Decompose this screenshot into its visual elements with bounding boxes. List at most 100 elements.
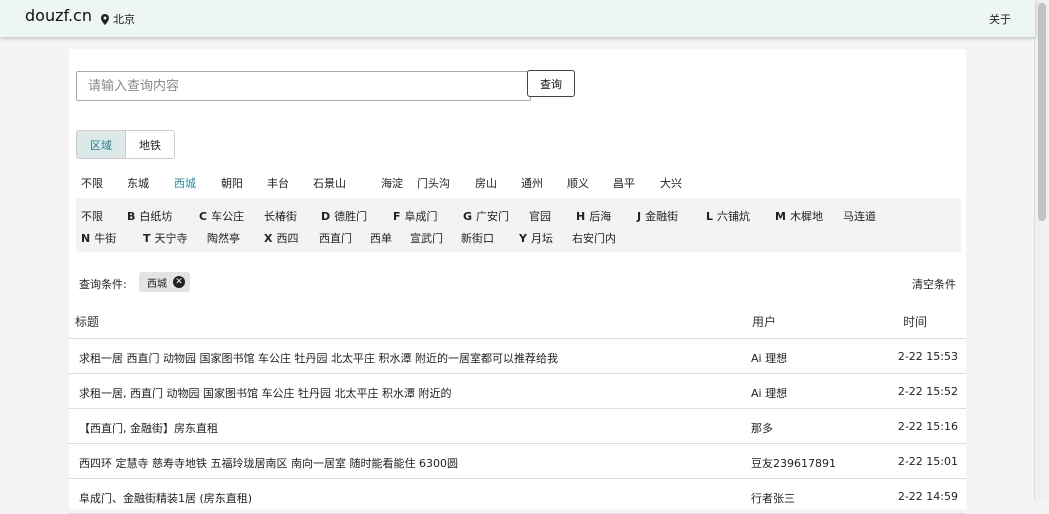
table-row[interactable]: 求租一居, 西直门 动物园 国家图书馆 车公庄 牡丹园 北太平庄 积水潭 附近的… [69,374,966,409]
post-user: Ai 理想 [751,387,788,400]
district-item[interactable]: 朝阳 [221,175,243,191]
sub-area-item[interactable]: H 后海 [576,208,611,224]
sub-area-name: 月坛 [530,232,553,245]
district-item[interactable]: 东城 [127,175,149,191]
post-time: 2-22 15:52 [897,385,958,398]
sub-area-item[interactable]: T 天宁寺 [143,230,188,246]
sub-area-name: 木樨地 [789,210,823,223]
sub-area-name: 广安门 [476,210,510,223]
sub-area-item[interactable]: B 白纸坊 [127,208,172,224]
post-title[interactable]: 阜成门、金融街精装1居 (房东直租) [79,490,252,506]
district-item[interactable]: 海淀 [381,175,403,191]
sub-area-name: 阜成门 [404,210,438,223]
sub-area-name: 陶然亭 [207,232,240,245]
sub-area-item[interactable]: 官园 [529,208,551,224]
post-time: 2-22 14:59 [897,490,958,503]
table-header: 标题 用户 时间 [69,304,966,339]
sub-area-letter: C [199,210,208,223]
sub-area-item[interactable]: N 牛街 [81,230,116,246]
table-row[interactable]: 阜成门、金融街精装1居 (房东直租) 行者张三 2-22 14:59 [69,479,966,514]
sub-area-item[interactable]: 陶然亭 [207,230,240,246]
district-item[interactable]: 大兴 [660,175,682,191]
navbar: douzf.cn 北京 关于 [0,0,1035,37]
clear-conditions-link[interactable]: 清空条件 [912,276,956,292]
district-item[interactable]: 昌平 [613,175,635,191]
sub-area-item[interactable]: 马连道 [843,208,876,224]
post-user: 行者张三 [751,492,795,505]
district-item[interactable]: 不限 [81,175,103,191]
post-title[interactable]: 求租一居, 西直门 动物园 国家图书馆 车公庄 牡丹园 北太平庄 积水潭 附近的 [79,385,451,401]
search-input[interactable] [76,71,531,101]
remove-condition-icon[interactable]: ✕ [173,276,185,288]
sub-area-letter: B [127,210,136,223]
sub-area-letter: M [775,210,786,223]
location-label: 北京 [113,13,135,26]
mode-tabs: 区域 地铁 [76,130,175,159]
sub-area-item[interactable]: 不限 [81,208,103,224]
post-time: 2-22 15:53 [897,350,958,363]
table-row[interactable]: 求租一居 西直门 动物园 国家图书馆 车公庄 牡丹园 北太平庄 积水潭 附近的一… [69,339,966,374]
brand-logo[interactable]: douzf.cn [25,6,92,25]
sub-area-letter: X [264,232,273,245]
header-title: 标题 [75,315,100,329]
post-title[interactable]: 求租一居 西直门 动物园 国家图书馆 车公庄 牡丹园 北太平庄 积水潭 附近的一… [79,350,558,366]
district-item[interactable]: 顺义 [567,175,589,191]
tab-district[interactable]: 区域 [77,131,125,158]
sub-area-item[interactable]: 右安门内 [572,230,616,246]
sub-area-letter: T [143,232,151,245]
condition-chip-label: 西城 [147,278,167,290]
location-selector[interactable]: 北京 [101,11,135,27]
sub-area-letter: G [463,210,473,223]
sub-area-name: 德胜门 [334,210,368,223]
sub-area-name: 西直门 [319,232,352,245]
sub-area-name: 白纸坊 [139,210,173,223]
sub-area-item[interactable]: 新街口 [461,230,494,246]
sub-area-name: 西单 [370,232,392,245]
scrollbar[interactable] [1034,0,1049,500]
sub-area-name: 西四 [276,232,299,245]
about-link[interactable]: 关于 [989,11,1011,27]
sub-area-item[interactable]: X 西四 [264,230,298,246]
post-title[interactable]: 【西直门, 金融街】房东直租 [79,420,218,436]
sub-area-name: 右安门内 [572,232,616,245]
sub-area-letter: H [576,210,586,223]
sub-area-item[interactable]: F 阜成门 [393,208,438,224]
sub-area-item[interactable]: 西直门 [319,230,352,246]
sub-area-name: 牛街 [94,232,117,245]
map-pin-icon [101,13,109,25]
sub-area-name: 马连道 [843,210,876,223]
sub-area-name: 天宁寺 [154,232,188,245]
scrollbar-thumb[interactable] [1038,3,1046,221]
table-row[interactable]: 西四环 定慧寺 慈寿寺地铁 五福玲珑居南区 南向一居室 随时能看能住 6300圆… [69,444,966,479]
sub-area-letter: D [321,210,331,223]
sub-area-item[interactable]: C 车公庄 [199,208,244,224]
district-item[interactable]: 门头沟 [417,175,450,191]
post-user: 豆友239617891 [751,457,836,470]
sub-area-item[interactable]: 长椿街 [264,208,297,224]
sub-area-item[interactable]: Y 月坛 [519,230,553,246]
sub-area-letter: N [81,232,91,245]
sub-area-name: 金融街 [645,210,679,223]
district-item[interactable]: 石景山 [313,175,346,191]
sub-area-letter: F [393,210,401,223]
sub-area-item[interactable]: M 木樨地 [775,208,823,224]
district-item[interactable]: 通州 [521,175,543,191]
search-button[interactable]: 查询 [527,70,575,97]
header-user: 用户 [752,315,777,329]
sub-area-item[interactable]: D 德胜门 [321,208,367,224]
sub-area-item[interactable]: G 广安门 [463,208,509,224]
district-item[interactable]: 房山 [475,175,497,191]
sub-area-letter: J [637,210,642,223]
condition-chip[interactable]: 西城 ✕ [139,272,190,292]
district-item[interactable]: 丰台 [267,175,289,191]
tab-subway[interactable]: 地铁 [125,131,174,158]
post-title[interactable]: 西四环 定慧寺 慈寿寺地铁 五福玲珑居南区 南向一居室 随时能看能住 6300圆 [79,455,458,471]
conditions-label: 查询条件: [79,278,127,291]
post-time: 2-22 15:01 [897,455,958,468]
sub-area-item[interactable]: J 金融街 [637,208,678,224]
district-item[interactable]: 西城 [174,175,196,191]
sub-area-item[interactable]: 宣武门 [410,230,443,246]
table-row[interactable]: 【西直门, 金融街】房东直租 那多 2-22 15:16 [69,409,966,444]
sub-area-item[interactable]: 西单 [370,230,392,246]
sub-area-item[interactable]: L 六铺炕 [706,208,750,224]
